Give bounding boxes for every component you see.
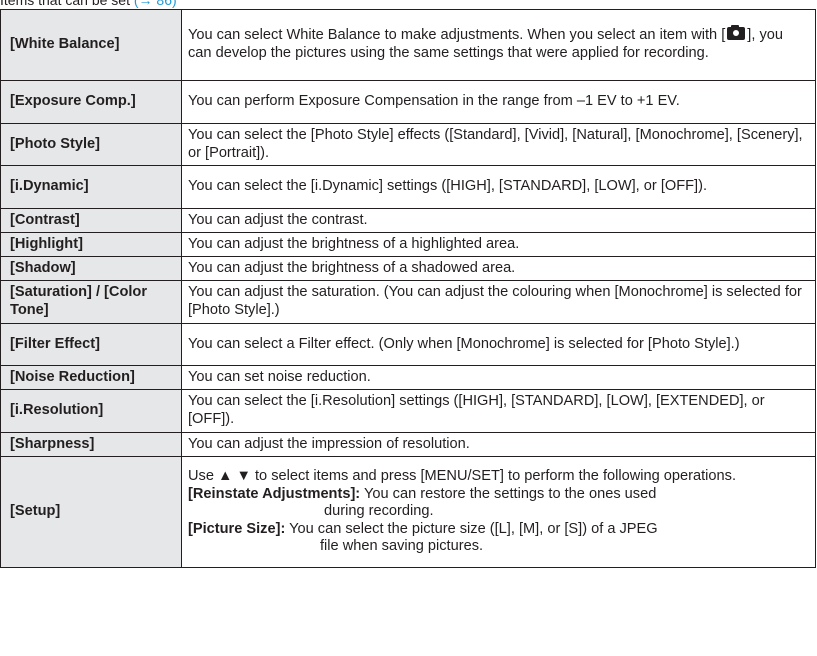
setup-item-name: [Picture Size]:: [188, 520, 286, 537]
camera-icon: [727, 25, 746, 41]
table-row: [Shadow] You can adjust the brightness o…: [0, 256, 816, 281]
table-row: [Contrast] You can adjust the contrast.: [0, 208, 816, 233]
row-label: [i.Resolution]: [0, 389, 182, 433]
row-description: You can select the [Photo Style] effects…: [181, 123, 816, 166]
row-label: [Sharpness]: [0, 432, 182, 457]
row-description: You can adjust the brightness of a shado…: [181, 256, 816, 281]
table-row: [Noise Reduction] You can set noise redu…: [0, 365, 816, 390]
section-caption: Items that can be set (→ 86): [0, 0, 177, 9]
row-label: [Exposure Comp.]: [0, 80, 182, 124]
row-label: [Contrast]: [0, 208, 182, 233]
caption-text: Items that can be set: [0, 0, 130, 8]
table-row: [Saturation] / [Color Tone] You can adju…: [0, 280, 816, 324]
row-label: [i.Dynamic]: [0, 165, 182, 209]
row-description: You can adjust the brightness of a highl…: [181, 232, 816, 257]
row-description: You can adjust the saturation. (You can …: [181, 280, 816, 324]
row-description: You can select the [i.Resolution] settin…: [181, 389, 816, 433]
page-reference-link[interactable]: (→ 86): [134, 0, 177, 8]
row-label: [Noise Reduction]: [0, 365, 182, 390]
table-row: [Photo Style] You can select the [Photo …: [0, 123, 816, 166]
row-description: You can perform Exposure Compensation in…: [181, 80, 816, 124]
setup-intro: Use ▲ ▼ to select items and press [MENU/…: [188, 468, 736, 485]
row-description: You can adjust the impression of resolut…: [181, 432, 816, 457]
settings-table: [White Balance] You can select White Bal…: [0, 9, 816, 568]
setup-item-text: You can select the picture size ([L], [M…: [289, 520, 658, 537]
row-label: [Shadow]: [0, 256, 182, 281]
table-row: [i.Dynamic] You can select the [i.Dynami…: [0, 165, 816, 209]
setup-item-text: file when saving pictures.: [320, 538, 484, 555]
table-row: [Setup] Use ▲ ▼ to select items and pres…: [0, 456, 816, 568]
setup-item-text: during recording.: [324, 503, 434, 520]
row-label: [Setup]: [0, 456, 182, 568]
table-row: [White Balance] You can select White Bal…: [0, 9, 816, 81]
table-row: [i.Resolution] You can select the [i.Res…: [0, 389, 816, 433]
table-row: [Exposure Comp.] You can perform Exposur…: [0, 80, 816, 124]
row-description: You can adjust the contrast.: [181, 208, 816, 233]
row-description: You can select White Balance to make adj…: [181, 9, 816, 81]
row-label: [Photo Style]: [0, 123, 182, 166]
row-description: You can select a Filter effect. (Only wh…: [181, 323, 816, 366]
row-description: You can select the [i.Dynamic] settings …: [181, 165, 816, 209]
row-label: [White Balance]: [0, 9, 182, 81]
setup-item-text: You can restore the settings to the ones…: [363, 485, 657, 502]
setup-item-name: [Reinstate Adjustments]:: [188, 485, 361, 502]
row-description: Use ▲ ▼ to select items and press [MENU/…: [181, 456, 816, 568]
table-row: [Sharpness] You can adjust the impressio…: [0, 432, 816, 457]
table-row: [Highlight] You can adjust the brightnes…: [0, 232, 816, 257]
table-row: [Filter Effect] You can select a Filter …: [0, 323, 816, 366]
row-label: [Highlight]: [0, 232, 182, 257]
description-text: You can select White Balance to make adj…: [188, 27, 726, 44]
row-description: You can set noise reduction.: [181, 365, 816, 390]
row-label: [Filter Effect]: [0, 323, 182, 366]
row-label: [Saturation] / [Color Tone]: [0, 280, 182, 324]
